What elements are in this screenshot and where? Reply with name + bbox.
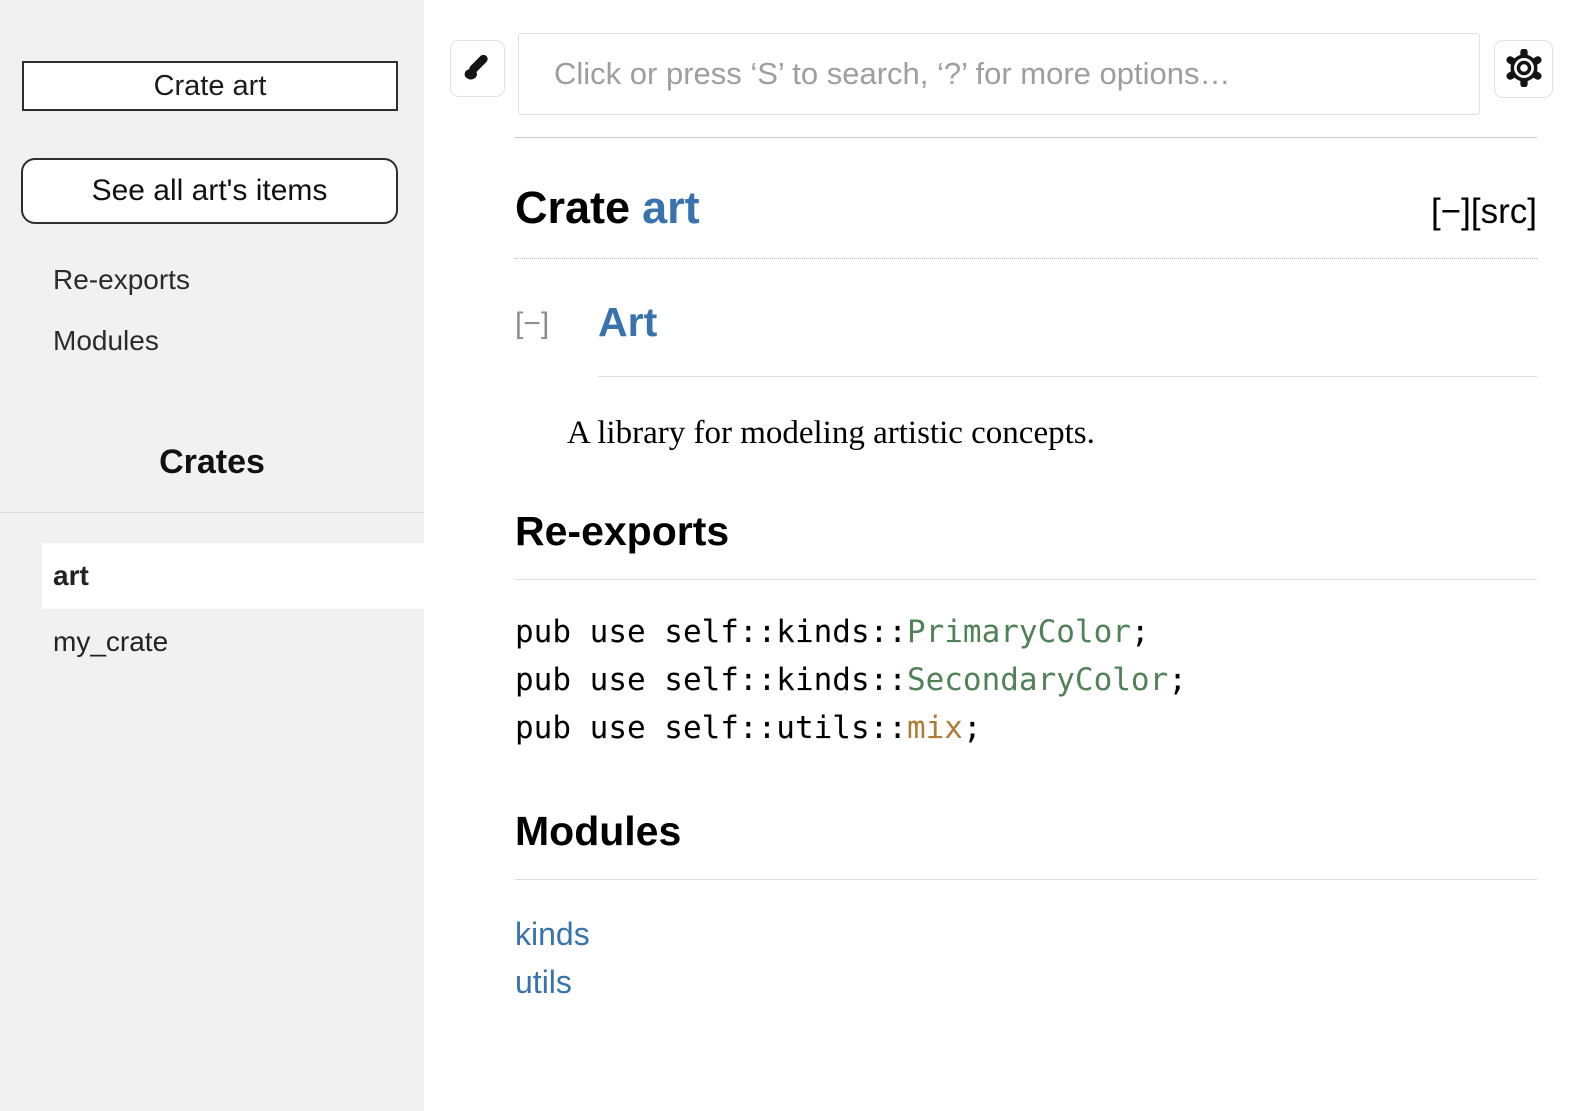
modules-list: kindsutils <box>515 910 1537 1006</box>
code-line: pub use self::kinds::SecondaryColor; <box>515 656 1537 704</box>
module-link-kinds[interactable]: kinds <box>515 910 1537 958</box>
enum-link-PrimaryColor[interactable]: PrimaryColor <box>907 614 1131 650</box>
enum-link-SecondaryColor[interactable]: SecondaryColor <box>907 662 1168 698</box>
main-content: Crateart [−][src] [−] Art A library for … <box>515 137 1537 1006</box>
page-title-prefix: Crate <box>515 182 630 233</box>
code-plain: pub use self::kinds:: <box>515 614 907 650</box>
page-title-text: Crateart <box>515 182 700 234</box>
doc-description: A library for modeling artistic concepts… <box>567 415 1537 452</box>
theme-picker-button[interactable] <box>450 40 505 97</box>
crate-logo-box[interactable]: Crate art <box>22 61 398 111</box>
module-link-utils[interactable]: utils <box>515 958 1537 1006</box>
code-semicolon: ; <box>1131 614 1150 650</box>
sidebar: Crate art See all art's items Re-exports… <box>0 0 424 1111</box>
sidebar-links: Re-exports Modules <box>53 264 190 386</box>
page-title: Crateart [−][src] <box>515 182 1537 259</box>
code-semicolon: ; <box>1168 662 1187 698</box>
code-plain: pub use self::kinds:: <box>515 662 907 698</box>
sidebar-item-re-exports[interactable]: Re-exports <box>53 264 190 296</box>
crates-list: artmy_crate <box>0 512 424 675</box>
topbar-divider <box>515 137 1537 138</box>
reexports-heading: Re-exports <box>515 508 1537 580</box>
crate-item-art[interactable]: art <box>42 543 424 609</box>
crates-heading: Crates <box>0 443 424 482</box>
crate-item-my_crate[interactable]: my_crate <box>42 609 424 675</box>
reexports-code: pub use self::kinds::PrimaryColor;pub us… <box>515 608 1537 752</box>
code-line: pub use self::kinds::PrimaryColor; <box>515 608 1537 656</box>
docblock-header: [−] Art <box>515 299 1537 377</box>
src-link[interactable]: [src] <box>1471 192 1537 231</box>
gear-icon <box>1505 49 1543 90</box>
code-semicolon: ; <box>963 710 982 746</box>
doc-title-link[interactable]: Art <box>598 299 657 345</box>
collapse-all-toggle[interactable]: [−] <box>1431 192 1471 231</box>
heading-controls: [−][src] <box>1431 192 1537 232</box>
doc-title: Art <box>598 299 1537 377</box>
code-line: pub use self::utils::mix; <box>515 704 1537 752</box>
see-all-items-button[interactable]: See all art's items <box>21 158 398 224</box>
paintbrush-icon <box>460 49 496 88</box>
docblock-collapse-toggle[interactable]: [−] <box>515 307 549 341</box>
modules-heading: Modules <box>515 808 1537 880</box>
sidebar-item-modules[interactable]: Modules <box>53 325 190 357</box>
fn-link-mix[interactable]: mix <box>907 710 963 746</box>
settings-button[interactable] <box>1494 40 1553 98</box>
search-input[interactable] <box>518 33 1480 115</box>
crate-name-link[interactable]: art <box>642 182 700 233</box>
code-plain: pub use self::utils:: <box>515 710 907 746</box>
